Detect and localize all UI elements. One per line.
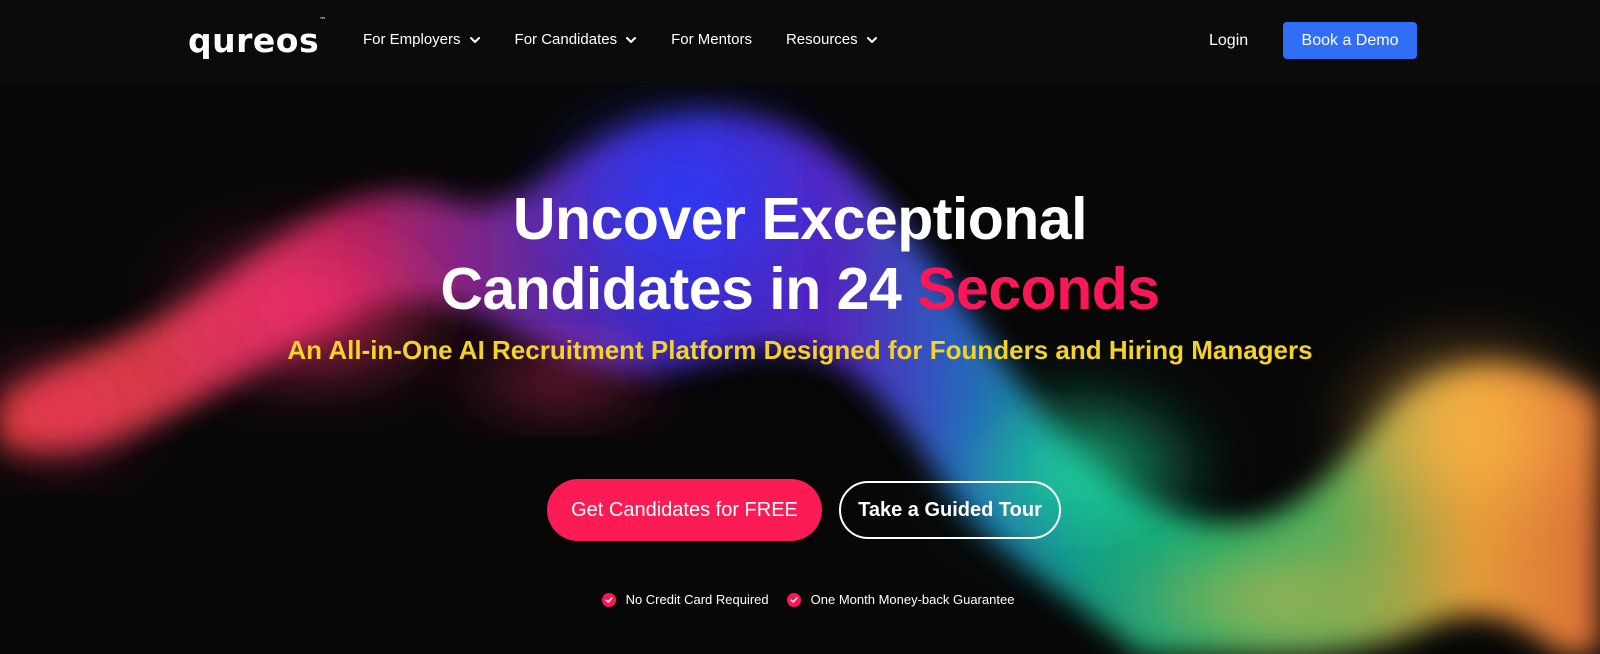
logo-trademark: ™ — [319, 16, 327, 24]
login-link[interactable]: Login — [1209, 29, 1248, 53]
nav-item-for-candidates[interactable]: For Candidates — [515, 28, 638, 52]
nav-item-label: For Employers — [363, 31, 461, 48]
check-circle-icon — [601, 592, 616, 607]
check-circle-icon — [786, 592, 801, 607]
qureos-logo[interactable]: qureos™ — [188, 16, 327, 60]
chevron-down-icon — [866, 37, 877, 43]
headline-line-1: Uncover Exceptional — [512, 186, 1088, 252]
benefit-item: No Credit Card Required — [601, 592, 769, 607]
get-candidates-free-button[interactable]: Get Candidates for FREE — [547, 479, 822, 541]
benefit-label: One Month Money-back Guarantee — [810, 592, 1015, 607]
guided-tour-button[interactable]: Take a Guided Tour — [839, 481, 1061, 539]
book-demo-button[interactable]: Book a Demo — [1283, 22, 1417, 59]
logo-text: qureos — [188, 21, 320, 60]
nav-item-for-mentors[interactable]: For Mentors — [671, 28, 752, 52]
headline-line-2-prefix: Candidates in 24 — [440, 256, 902, 322]
chevron-down-icon — [626, 37, 637, 43]
benefit-item: One Month Money-back Guarantee — [786, 592, 1015, 607]
hero-headline: Uncover Exceptional Candidates in 24 Sec… — [0, 184, 1600, 324]
main-nav: For Employers For Candidates For Mentors… — [363, 28, 912, 52]
top-navigation-bar: qureos™ For Employers For Candidates For… — [0, 0, 1600, 83]
nav-item-label: For Candidates — [514, 31, 618, 48]
nav-item-label: For Mentors — [671, 31, 752, 48]
nav-item-resources[interactable]: Resources — [786, 28, 878, 52]
nav-item-for-employers[interactable]: For Employers — [363, 28, 481, 52]
headline-accent-word: Seconds — [917, 256, 1160, 322]
benefit-label: No Credit Card Required — [625, 592, 769, 607]
hero-gradient-wave-graphic — [0, 0, 1600, 654]
nav-item-label: Resources — [785, 31, 858, 48]
hero-subheadline: An All-in-One AI Recruitment Platform De… — [287, 335, 1313, 365]
benefits-list: No Credit Card Required One Month Money-… — [0, 592, 1600, 607]
chevron-down-icon — [469, 37, 480, 43]
